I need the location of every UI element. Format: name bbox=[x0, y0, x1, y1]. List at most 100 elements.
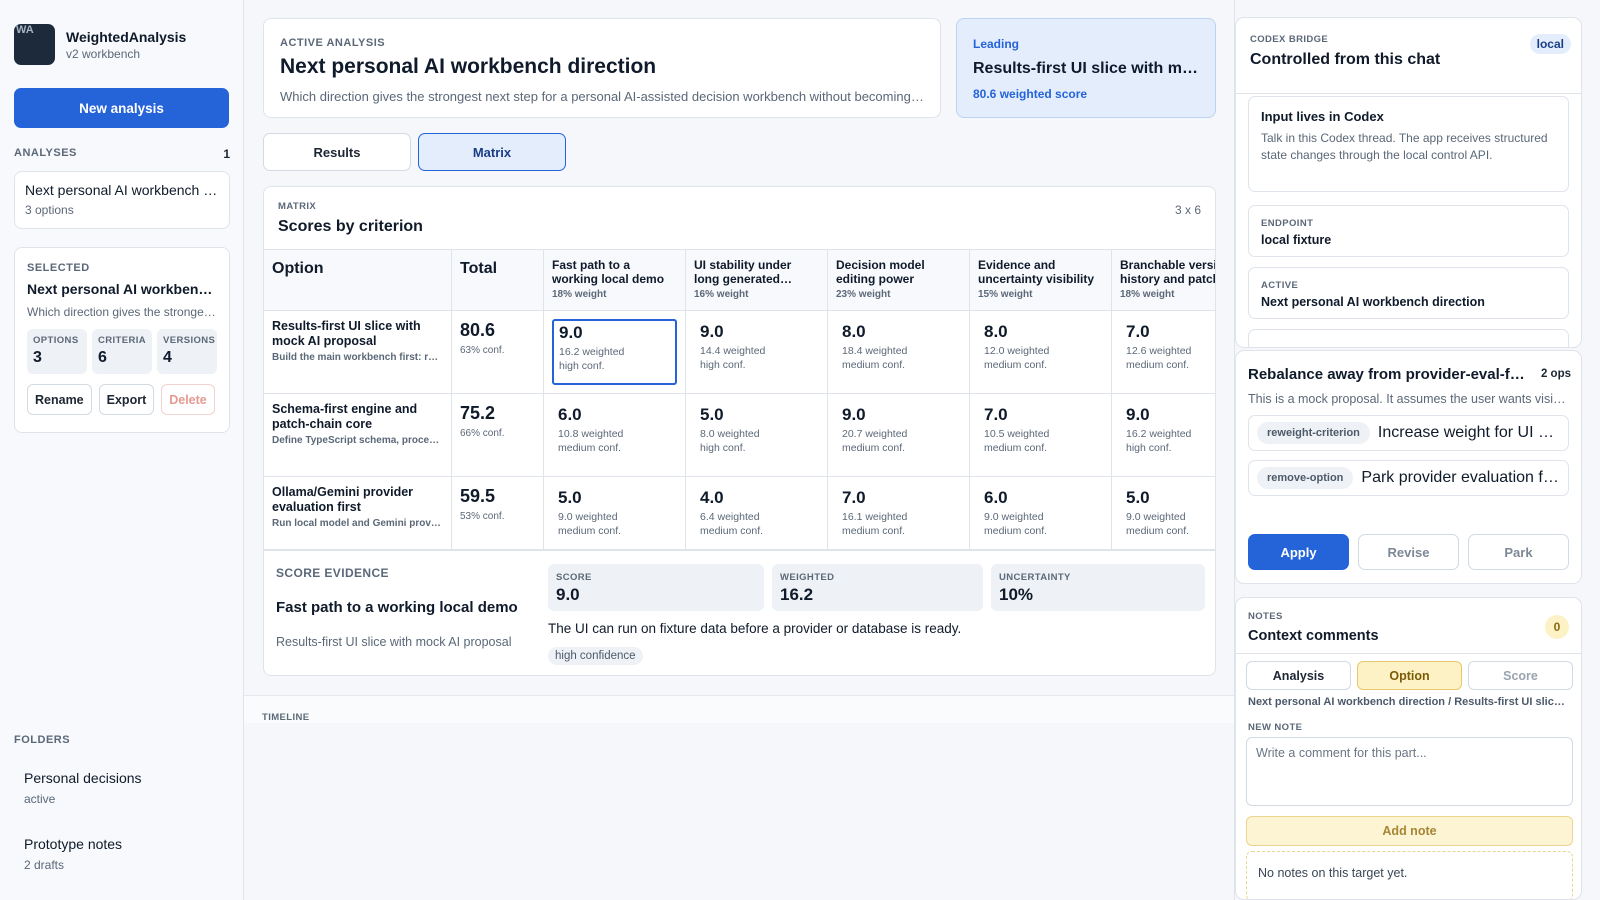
score-cell[interactable]: 5.0 9.0 weighted medium conf. bbox=[544, 477, 686, 550]
new-note-label: NEW NOTE bbox=[1248, 722, 1303, 733]
delete-button[interactable]: Delete bbox=[161, 384, 215, 415]
endpoint-label: ENDPOINT bbox=[1261, 218, 1314, 229]
right-panel: CODEX BRIDGE Controlled from this chat l… bbox=[1234, 0, 1600, 900]
score-cell[interactable]: 7.0 12.6 weighted medium conf. bbox=[1112, 311, 1215, 394]
leading-label: Leading bbox=[973, 37, 1020, 51]
stat-label: CRITERIA bbox=[98, 335, 147, 346]
tab-matrix[interactable]: Matrix bbox=[418, 133, 566, 171]
analysis-list-item[interactable]: Next personal AI workbench direction 3 o… bbox=[14, 171, 230, 229]
score-cell[interactable]: 9.0 14.4 weighted high conf. bbox=[686, 311, 828, 394]
proposal-operation[interactable]: reweight-criterion Increase weight for U… bbox=[1248, 415, 1569, 451]
stat-label: VERSIONS bbox=[163, 335, 216, 346]
selected-title: Next personal AI workbench direction bbox=[27, 281, 217, 297]
score-cell[interactable]: 6.0 9.0 weighted medium conf. bbox=[970, 477, 1112, 550]
codex-bridge-card: CODEX BRIDGE Controlled from this chat l… bbox=[1235, 17, 1582, 348]
score-cell[interactable]: 4.0 6.4 weighted medium conf. bbox=[686, 477, 828, 550]
notes-tab-option[interactable]: Option bbox=[1357, 661, 1462, 690]
score-cell[interactable]: 6.0 10.8 weighted medium conf. bbox=[544, 394, 686, 477]
score-confidence: medium conf. bbox=[842, 442, 906, 454]
criterion-header[interactable]: Branchable version history and patches 1… bbox=[1112, 249, 1215, 311]
score-cell-selected[interactable]: 9.0 16.2 weighted high conf. bbox=[552, 319, 677, 385]
folder-item[interactable]: Personal decisions active bbox=[24, 770, 142, 806]
stat-options: OPTIONS 3 bbox=[27, 329, 87, 374]
score-cell[interactable]: 8.0 12.0 weighted medium conf. bbox=[970, 311, 1112, 394]
rename-button[interactable]: Rename bbox=[27, 384, 92, 415]
selected-desc: Which direction gives the strongest next… bbox=[27, 305, 217, 319]
score-cell[interactable]: 8.0 18.4 weighted medium conf. bbox=[828, 311, 970, 394]
score-weighted: 16.2 weighted bbox=[559, 346, 625, 358]
score-weighted: 9.0 weighted bbox=[558, 511, 618, 523]
option-cell[interactable]: Schema-first engine and patch-chain core… bbox=[264, 394, 452, 477]
score-cell[interactable]: 9.0 16.2 weighted high conf. bbox=[544, 311, 686, 394]
active-label: ACTIVE bbox=[1261, 280, 1299, 291]
operation-type-tag: remove-option bbox=[1257, 467, 1354, 489]
notes-tab-score[interactable]: Score bbox=[1468, 661, 1573, 690]
total-value: 59.5 bbox=[460, 486, 496, 506]
divider bbox=[1236, 93, 1581, 94]
evidence-label: SCORE EVIDENCE bbox=[276, 566, 389, 580]
evidence-uncertainty-label: UNCERTAINTY bbox=[999, 572, 1071, 583]
leading-option-card[interactable]: Leading Results-first UI slice with mock… bbox=[956, 18, 1216, 118]
evidence-option: Results-first UI slice with mock AI prop… bbox=[276, 635, 512, 649]
criterion-header[interactable]: Decision model editing power 23% weight bbox=[828, 249, 970, 311]
total-value: 75.2 bbox=[460, 403, 496, 423]
score-cell[interactable]: 7.0 16.1 weighted medium conf. bbox=[828, 477, 970, 550]
criterion-name: Fast path to a working local demo bbox=[552, 258, 665, 286]
score-confidence: medium conf. bbox=[842, 525, 906, 537]
col-total-header: Total bbox=[452, 249, 544, 311]
proposal-operation[interactable]: remove-option Park provider evaluation f… bbox=[1248, 460, 1569, 496]
option-desc: Define TypeScript schema, process and pa… bbox=[272, 435, 443, 446]
new-analysis-button[interactable]: New analysis bbox=[14, 88, 229, 128]
score-confidence: medium conf. bbox=[984, 359, 1048, 371]
option-desc: Run local model and Gemini provider comp… bbox=[272, 518, 443, 529]
criterion-weight: 16% weight bbox=[694, 289, 749, 300]
operation-text: Increase weight for UI stability bbox=[1377, 424, 1560, 441]
score-value: 5.0 bbox=[558, 488, 582, 507]
local-badge: local bbox=[1529, 34, 1571, 54]
criterion-header[interactable]: Fast path to a working local demo 18% we… bbox=[544, 249, 686, 311]
folder-sub: 2 drafts bbox=[24, 858, 65, 872]
park-button[interactable]: Park bbox=[1468, 534, 1569, 570]
proposal-ops-count: 2 ops bbox=[1540, 368, 1571, 380]
score-cell[interactable]: 9.0 16.2 weighted high conf. bbox=[1112, 394, 1215, 477]
evidence-uncertainty-value: 10% bbox=[999, 585, 1034, 604]
score-value: 5.0 bbox=[700, 405, 724, 424]
stat-label: OPTIONS bbox=[33, 335, 79, 346]
score-value: 7.0 bbox=[1126, 322, 1150, 341]
divider bbox=[1236, 653, 1581, 654]
codex-bridge-label: CODEX BRIDGE bbox=[1250, 34, 1329, 45]
selected-label: SELECTED bbox=[27, 262, 90, 274]
score-cell[interactable]: 9.0 20.7 weighted medium conf. bbox=[828, 394, 970, 477]
option-cell[interactable]: Results-first UI slice with mock AI prop… bbox=[264, 311, 452, 394]
score-value: 4.0 bbox=[700, 488, 724, 507]
criterion-header[interactable]: Evidence and uncertainty visibility 15% … bbox=[970, 249, 1112, 311]
evidence-weighted-box: WEIGHTED 16.2 bbox=[772, 564, 983, 611]
score-weighted: 9.0 weighted bbox=[1126, 511, 1186, 523]
folder-item[interactable]: Prototype notes 2 drafts bbox=[24, 836, 122, 872]
apply-button[interactable]: Apply bbox=[1248, 534, 1349, 570]
matrix-dimensions: 3 x 6 bbox=[1174, 203, 1201, 217]
add-note-button[interactable]: Add note bbox=[1246, 816, 1573, 846]
criterion-header[interactable]: UI stability under long generated conten… bbox=[686, 249, 828, 311]
score-weighted: 12.6 weighted bbox=[1126, 345, 1192, 357]
revise-button[interactable]: Revise bbox=[1358, 534, 1459, 570]
score-value: 5.0 bbox=[1126, 488, 1150, 507]
new-note-input[interactable] bbox=[1246, 737, 1573, 806]
analysis-item-sub: 3 options bbox=[25, 203, 74, 217]
score-cell[interactable]: 5.0 9.0 weighted medium conf. bbox=[1112, 477, 1215, 550]
evidence-score-value: 9.0 bbox=[556, 585, 580, 604]
score-confidence: high conf. bbox=[700, 359, 746, 371]
folders-label: FOLDERS bbox=[14, 734, 71, 746]
score-value: 6.0 bbox=[984, 488, 1008, 507]
notes-tab-analysis[interactable]: Analysis bbox=[1246, 661, 1351, 690]
score-cell[interactable]: 5.0 8.0 weighted high conf. bbox=[686, 394, 828, 477]
score-confidence: medium conf. bbox=[1126, 525, 1190, 537]
export-button[interactable]: Export bbox=[98, 384, 155, 415]
score-weighted: 8.0 weighted bbox=[700, 428, 760, 440]
option-cell[interactable]: Ollama/Gemini provider evaluation first … bbox=[264, 477, 452, 550]
tab-results[interactable]: Results bbox=[263, 133, 411, 171]
score-value: 7.0 bbox=[984, 405, 1008, 424]
score-value: 8.0 bbox=[984, 322, 1008, 341]
leading-score: 80.6 weighted score bbox=[973, 87, 1088, 101]
score-cell[interactable]: 7.0 10.5 weighted medium conf. bbox=[970, 394, 1112, 477]
